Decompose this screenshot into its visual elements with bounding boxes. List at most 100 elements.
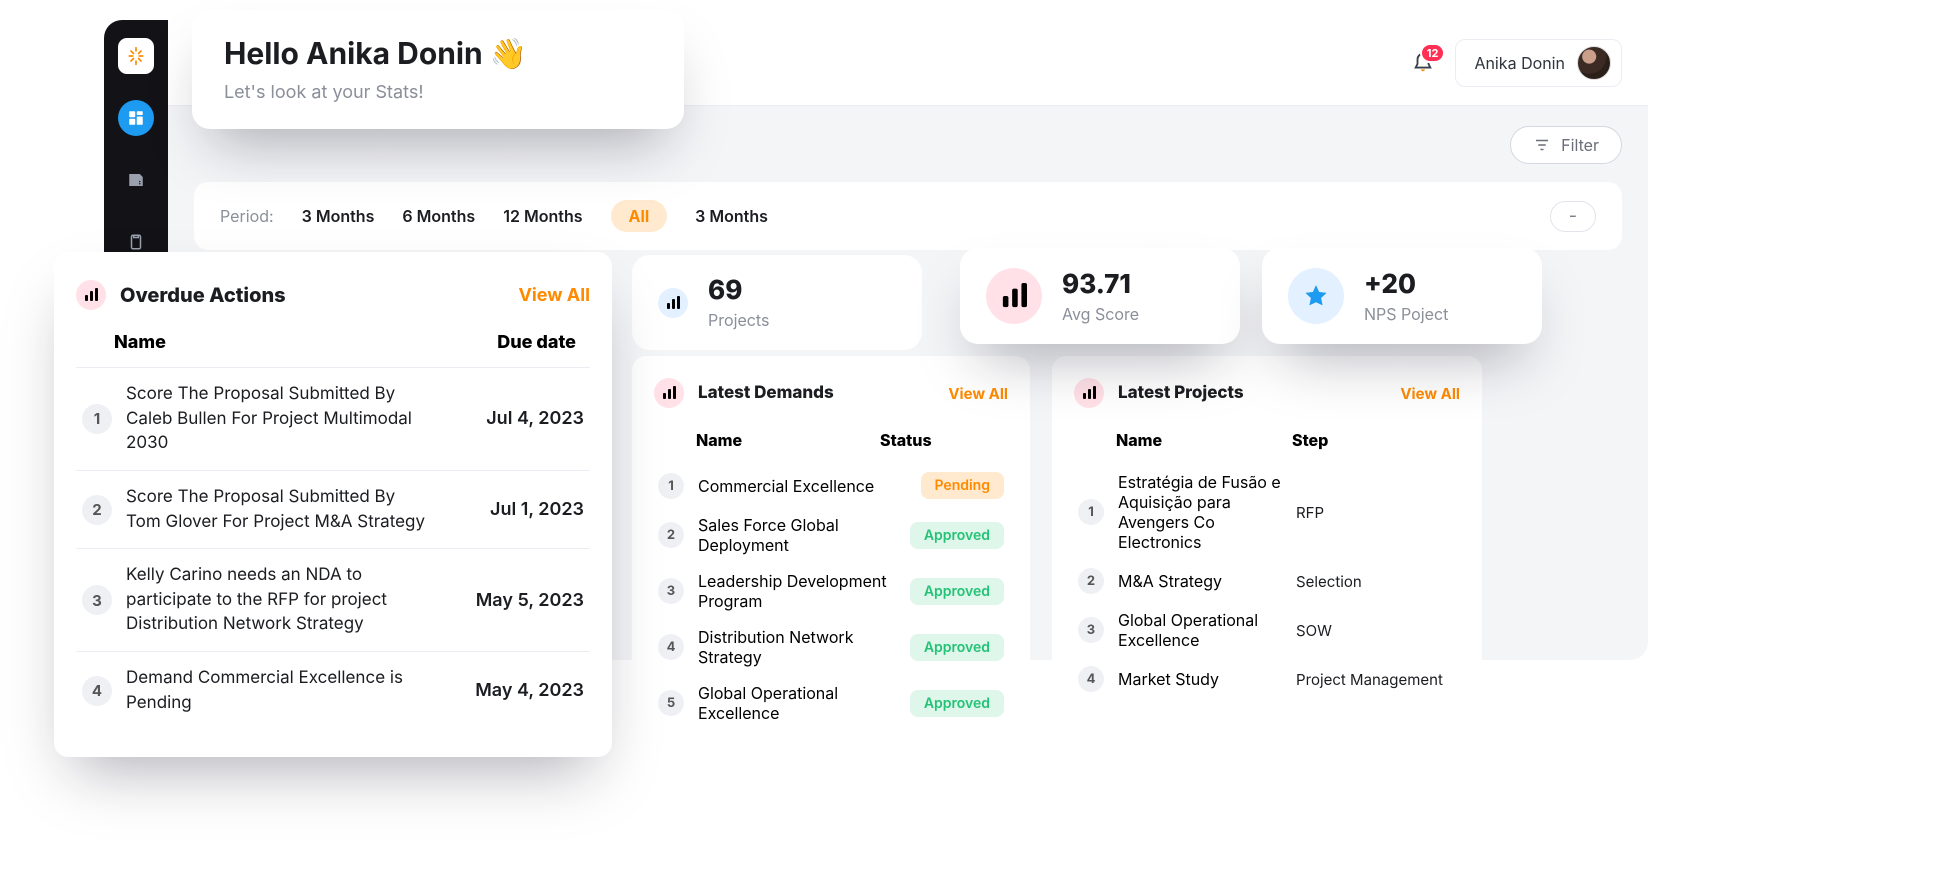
projects-title: Latest Projects	[1118, 383, 1386, 403]
row-index: 4	[1078, 666, 1104, 692]
filter-button[interactable]: Filter	[1510, 126, 1622, 164]
demands-title: Latest Demands	[698, 383, 934, 403]
bars-icon	[1074, 378, 1104, 408]
row-name: Distribution Network Strategy	[698, 627, 896, 667]
kpi-projects-value: 69	[708, 275, 769, 306]
row-index: 4	[658, 634, 684, 660]
demand-row[interactable]: 4 Distribution Network Strategy Approved	[654, 619, 1008, 675]
user-name: Anika Donin	[1474, 53, 1565, 73]
overdue-row[interactable]: 3 Kelly Carino needs an NDA to participa…	[76, 548, 590, 651]
row-name: Global Operational Excellence	[1118, 610, 1282, 650]
greeting-title: Hello Anika Donin 👋	[224, 36, 652, 72]
col-status: Status	[880, 430, 1000, 450]
demand-row[interactable]: 5 Global Operational Excellence Approved	[654, 675, 1008, 731]
kpi-projects[interactable]: 69 Projects	[632, 255, 922, 350]
demands-header: Name Status	[654, 424, 1008, 464]
user-menu[interactable]: Anika Donin	[1455, 39, 1622, 87]
row-index: 3	[1078, 617, 1104, 643]
row-name: Market Study	[1118, 669, 1282, 689]
row-name: Commercial Excellence	[698, 476, 907, 496]
row-index: 2	[82, 495, 112, 525]
overdue-row[interactable]: 2 Score The Proposal Submitted By Tom Gl…	[76, 470, 590, 548]
period-option-12m[interactable]: 12 Months	[503, 206, 582, 226]
project-row[interactable]: 1 Estratégia de Fusão e Aquisição para A…	[1074, 464, 1460, 560]
nav-item-2[interactable]	[118, 162, 154, 198]
row-index: 1	[658, 473, 684, 499]
col-due: Due date	[442, 332, 582, 353]
demand-row[interactable]: 1 Commercial Excellence Pending	[654, 464, 1008, 507]
row-index: 5	[658, 690, 684, 716]
row-due: Jul 4, 2023	[444, 408, 584, 429]
demand-row[interactable]: 3 Leadership Development Program Approve…	[654, 563, 1008, 619]
row-index: 4	[82, 676, 112, 706]
period-active-chip[interactable]: All	[611, 200, 668, 232]
kpi-projects-label: Projects	[708, 310, 769, 330]
col-name: Name	[1082, 430, 1292, 450]
filter-icon	[1533, 136, 1551, 154]
project-row[interactable]: 2 M&A Strategy Selection	[1074, 560, 1460, 602]
kpi-nps-value: +20	[1364, 269, 1448, 300]
projects-view-all[interactable]: View All	[1400, 384, 1460, 403]
project-row[interactable]: 4 Market Study Project Management	[1074, 658, 1460, 700]
row-name: Demand Commercial Excellence is Pending	[126, 666, 430, 715]
app-logo[interactable]	[118, 38, 154, 74]
row-name: M&A Strategy	[1118, 571, 1282, 591]
row-due: May 4, 2023	[444, 680, 584, 701]
greeting-subtitle: Let's look at your Stats!	[224, 82, 652, 103]
row-due: May 5, 2023	[444, 590, 584, 611]
latest-projects-card: Latest Projects View All Name Step 1 Est…	[1052, 356, 1482, 749]
period-trailing[interactable]: -	[1550, 201, 1596, 232]
period-option-3m[interactable]: 3 Months	[302, 206, 375, 226]
status-badge: Approved	[910, 578, 1004, 605]
overdue-actions-card: Overdue Actions View All Name Due date 1…	[54, 252, 612, 757]
period-label: Period:	[220, 206, 274, 226]
row-name: Global Operational Excellence	[698, 683, 896, 723]
col-name: Name	[662, 430, 880, 450]
row-step: Selection	[1296, 572, 1456, 591]
col-name: Name	[84, 332, 442, 353]
overdue-row[interactable]: 1 Score The Proposal Submitted By Caleb …	[76, 367, 590, 470]
latest-demands-card: Latest Demands View All Name Status 1 Co…	[632, 356, 1030, 749]
filter-label: Filter	[1561, 135, 1599, 155]
notification-count-badge: 12	[1420, 43, 1446, 63]
bars-icon	[658, 288, 688, 318]
row-index: 1	[1078, 499, 1104, 525]
overdue-title: Overdue Actions	[120, 283, 504, 307]
demands-view-all[interactable]: View All	[948, 384, 1008, 403]
row-name: Kelly Carino needs an NDA to participate…	[126, 563, 430, 637]
projects-header: Name Step	[1074, 424, 1460, 464]
kpi-nps[interactable]: +20 NPS Poject	[1262, 248, 1542, 344]
row-step: SOW	[1296, 621, 1456, 640]
kpi-avg-value: 93.71	[1062, 269, 1139, 300]
bars-icon	[986, 268, 1042, 324]
project-row[interactable]: 3 Global Operational Excellence SOW	[1074, 602, 1460, 658]
overdue-view-all[interactable]: View All	[518, 285, 590, 306]
avatar	[1577, 46, 1611, 80]
overdue-row[interactable]: 4 Demand Commercial Excellence is Pendin…	[76, 651, 590, 729]
row-index: 1	[82, 404, 112, 434]
bars-icon	[76, 280, 106, 310]
row-name: Score The Proposal Submitted By Caleb Bu…	[126, 382, 430, 456]
row-name: Sales Force Global Deployment	[698, 515, 896, 555]
bars-icon	[654, 378, 684, 408]
row-name: Leadership Development Program	[698, 571, 896, 611]
greeting-card: Hello Anika Donin 👋 Let's look at your S…	[192, 10, 684, 129]
demand-row[interactable]: 2 Sales Force Global Deployment Approved	[654, 507, 1008, 563]
star-icon	[1288, 268, 1344, 324]
status-badge: Pending	[921, 472, 1005, 499]
status-badge: Approved	[910, 634, 1004, 661]
period-display[interactable]: 3 Months	[695, 206, 768, 226]
row-index: 2	[658, 522, 684, 548]
overdue-header: Name Due date	[76, 326, 590, 367]
period-option-6m[interactable]: 6 Months	[402, 206, 475, 226]
notifications-button[interactable]: 12	[1409, 49, 1437, 77]
nav-dashboard[interactable]	[118, 100, 154, 136]
kpi-avg-score[interactable]: 93.71 Avg Score	[960, 248, 1240, 344]
row-step: RFP	[1296, 503, 1456, 522]
row-name: Estratégia de Fusão e Aquisição para Ave…	[1118, 472, 1282, 552]
row-name: Score The Proposal Submitted By Tom Glov…	[126, 485, 430, 534]
row-step: Project Management	[1296, 670, 1456, 689]
col-step: Step	[1292, 430, 1452, 450]
row-index: 3	[82, 585, 112, 615]
period-bar: Period: 3 Months 6 Months 12 Months All …	[194, 182, 1622, 250]
